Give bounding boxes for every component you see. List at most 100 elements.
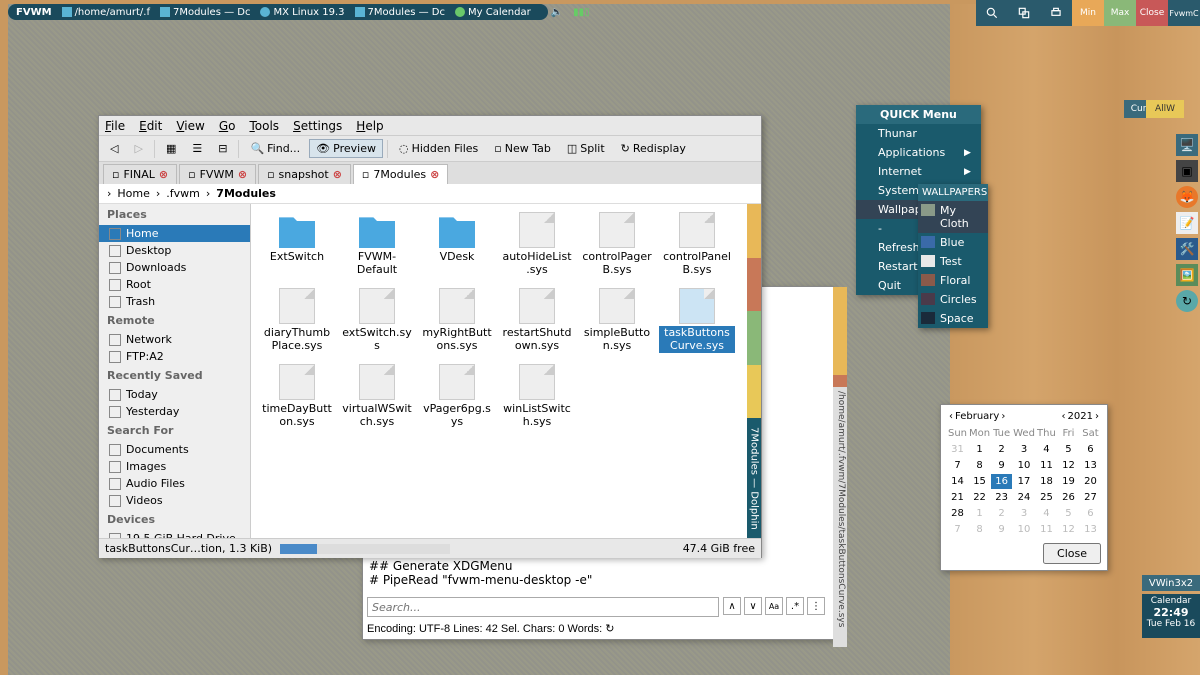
bc-home[interactable]: Home: [117, 187, 149, 200]
cal-prev-month[interactable]: ‹: [947, 411, 955, 422]
cal-day[interactable]: 6: [1080, 506, 1101, 521]
cal-day[interactable]: 2: [991, 506, 1012, 521]
tray-editor-icon[interactable]: 📝: [1176, 212, 1198, 234]
cal-day[interactable]: 13: [1080, 522, 1101, 537]
tab-allw[interactable]: AllW: [1146, 100, 1184, 118]
menu-item[interactable]: Applications▶: [856, 143, 981, 162]
cal-day[interactable]: 20: [1080, 474, 1101, 489]
cal-day[interactable]: 2: [991, 442, 1012, 457]
cal-day[interactable]: 26: [1058, 490, 1079, 505]
search-button[interactable]: [976, 0, 1008, 26]
fm-tab[interactable]: ▫ FVWM ⊗: [179, 164, 256, 184]
editor-opts-button[interactable]: ⋮: [807, 597, 825, 615]
cal-prev-year[interactable]: ‹: [1060, 411, 1068, 422]
sidebar-item[interactable]: Documents: [99, 441, 250, 458]
menu-item[interactable]: Thunar: [856, 124, 981, 143]
cal-day[interactable]: 5: [1058, 506, 1079, 521]
hidden-files-button[interactable]: ◌ Hidden Files: [392, 139, 485, 158]
file-item[interactable]: myRightButtons.sys: [417, 286, 497, 362]
sidebar-item[interactable]: Home: [99, 225, 250, 242]
cal-day[interactable]: 8: [969, 458, 990, 473]
cal-day[interactable]: 1: [969, 442, 990, 457]
cal-day[interactable]: 11: [1036, 522, 1057, 537]
tray-image-icon[interactable]: 🖼️: [1176, 264, 1198, 286]
fm-tab[interactable]: ▫ snapshot ⊗: [258, 164, 351, 184]
editor-up-button[interactable]: ∧: [723, 597, 741, 615]
file-item[interactable]: extSwitch.sys: [337, 286, 417, 362]
cal-day[interactable]: 28: [947, 506, 968, 521]
file-item[interactable]: vPager6pg.sys: [417, 362, 497, 438]
file-item[interactable]: ExtSwitch: [257, 210, 337, 286]
cal-day[interactable]: 12: [1058, 458, 1079, 473]
tray-tools-icon[interactable]: 🛠️: [1176, 238, 1198, 260]
cal-day[interactable]: 21: [947, 490, 968, 505]
cal-day[interactable]: 15: [969, 474, 990, 489]
file-item[interactable]: controlPagerB.sys: [577, 210, 657, 286]
cal-day[interactable]: 3: [1013, 506, 1035, 521]
tab-close-icon[interactable]: ⊗: [159, 168, 168, 181]
new-tab-button[interactable]: ▫ New Tab: [487, 139, 558, 158]
menu-help[interactable]: Help: [356, 119, 383, 133]
file-item[interactable]: taskButtonsCurve.sys: [657, 286, 737, 362]
tree-view-button[interactable]: ⊟: [211, 139, 234, 158]
taskbar-item-0[interactable]: /home/amurt/.f: [62, 7, 150, 18]
file-item[interactable]: diaryThumbPlace.sys: [257, 286, 337, 362]
file-item[interactable]: timeDayButton.sys: [257, 362, 337, 438]
fm-tab[interactable]: ▫ FINAL ⊗: [103, 164, 177, 184]
redisplay-button[interactable]: ↻ Redisplay: [614, 139, 693, 158]
submenu-item[interactable]: Space: [918, 309, 988, 328]
cal-day[interactable]: 8: [969, 522, 990, 537]
submenu-item[interactable]: Blue: [918, 233, 988, 252]
sidebar-item[interactable]: Yesterday: [99, 403, 250, 420]
tray-refresh-icon[interactable]: ↻: [1176, 290, 1198, 312]
fm-content[interactable]: ExtSwitchFVWM-DefaultVDeskautoHideList.s…: [251, 204, 747, 538]
print-button[interactable]: [1040, 0, 1072, 26]
find-button[interactable]: 🔍 Find...: [243, 139, 307, 158]
cal-close-button[interactable]: Close: [1043, 543, 1101, 564]
sidebar-item[interactable]: 19.5 GiB Hard Drive: [99, 530, 250, 538]
taskbar-item-4[interactable]: My Calendar: [455, 7, 531, 18]
tray-firefox-icon[interactable]: 🦊: [1176, 186, 1198, 208]
file-item[interactable]: simpleButton.sys: [577, 286, 657, 362]
cal-year[interactable]: 2021: [1068, 411, 1093, 422]
bc-fvwm[interactable]: .fvwm: [166, 187, 200, 200]
sidebar-item[interactable]: FTP:A2: [99, 348, 250, 365]
cal-day[interactable]: 24: [1013, 490, 1035, 505]
file-item[interactable]: VDesk: [417, 210, 497, 286]
tab-close-icon[interactable]: ⊗: [238, 168, 247, 181]
sidebar-item[interactable]: Today: [99, 386, 250, 403]
close-button[interactable]: Close: [1136, 0, 1168, 26]
fm-tab[interactable]: ▫ 7Modules ⊗: [353, 164, 448, 184]
virtual-win-label[interactable]: VWin3x2: [1142, 575, 1200, 591]
list-view-button[interactable]: ☰: [185, 139, 209, 158]
cal-day[interactable]: 11: [1036, 458, 1057, 473]
submenu-item[interactable]: Test: [918, 252, 988, 271]
preview-button[interactable]: 👁 Preview: [309, 139, 383, 158]
editor-content[interactable]: ## Generate XDGMenu # PipeRead "fvwm-men…: [369, 559, 592, 587]
editor-aa-button[interactable]: Aa: [765, 597, 783, 615]
cal-day[interactable]: 12: [1058, 522, 1079, 537]
cal-day[interactable]: 13: [1080, 458, 1101, 473]
cal-day[interactable]: 6: [1080, 442, 1101, 457]
menu-go[interactable]: Go: [219, 119, 236, 133]
menu-view[interactable]: View: [176, 119, 204, 133]
taskbar-item-2[interactable]: MX Linux 19.3: [260, 7, 344, 18]
sidebar-item[interactable]: Network: [99, 331, 250, 348]
editor-down-button[interactable]: ∨: [744, 597, 762, 615]
cal-day[interactable]: 14: [947, 474, 968, 489]
cal-day[interactable]: 22: [969, 490, 990, 505]
cal-day[interactable]: 5: [1058, 442, 1079, 457]
cal-day[interactable]: 9: [991, 522, 1012, 537]
cal-month[interactable]: February: [955, 411, 999, 422]
cal-day[interactable]: 23: [991, 490, 1012, 505]
cal-day[interactable]: 25: [1036, 490, 1057, 505]
cal-day[interactable]: 17: [1013, 474, 1035, 489]
taskbar-item-1[interactable]: 7Modules — Dc: [160, 7, 251, 18]
menu-item[interactable]: Internet▶: [856, 162, 981, 181]
minimize-button[interactable]: Min: [1072, 0, 1104, 26]
cal-day[interactable]: 18: [1036, 474, 1057, 489]
cal-day[interactable]: 7: [947, 522, 968, 537]
split-button[interactable]: ◫ Split: [560, 139, 612, 158]
menu-file[interactable]: File: [105, 119, 125, 133]
cal-day[interactable]: 10: [1013, 458, 1035, 473]
